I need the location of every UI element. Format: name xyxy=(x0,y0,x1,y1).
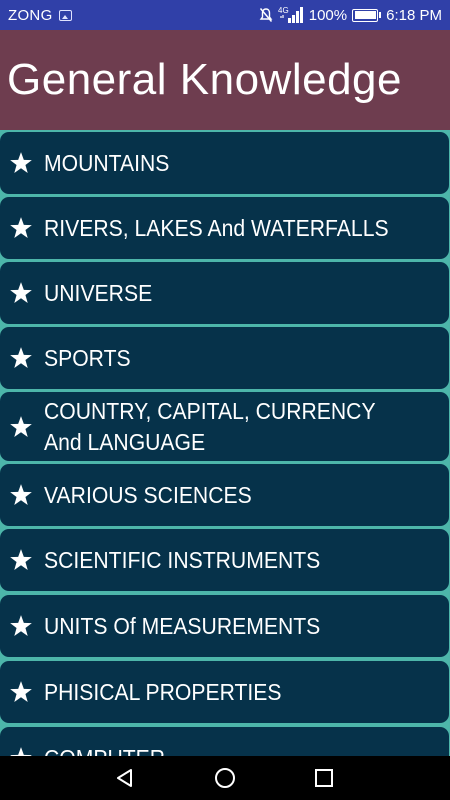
list-item-units[interactable]: UNITS Of MEASUREMENTS xyxy=(0,595,449,657)
list-item-sports[interactable]: SPORTS xyxy=(0,327,449,389)
list-item-label: UNIVERSE xyxy=(44,279,153,306)
signal-icon: 4G xyxy=(278,6,303,23)
star-icon xyxy=(6,480,36,510)
star-icon xyxy=(6,148,36,178)
image-icon xyxy=(58,9,72,21)
status-left: ZONG xyxy=(0,7,72,24)
list-item-label: COMPUTER xyxy=(44,743,417,757)
star-icon xyxy=(6,545,36,575)
status-bar: ZONG 4G 100% 6:18 PM xyxy=(0,0,450,30)
star-icon xyxy=(6,743,36,756)
star-icon xyxy=(6,611,36,641)
list-item-scientific-instruments[interactable]: SCIENTIFIC INSTRUMENTS xyxy=(0,529,449,591)
status-right: 4G 100% 6:18 PM xyxy=(259,6,450,24)
list-item-label: COUNTRY, CAPITAL, CURRENCY And LANGUAGE xyxy=(44,397,376,455)
list-item-country-capital[interactable]: COUNTRY, CAPITAL, CURRENCY And LANGUAGE xyxy=(0,392,449,461)
mute-icon xyxy=(259,8,273,22)
home-icon[interactable] xyxy=(195,756,255,800)
network-type: 4G xyxy=(278,6,289,15)
list-item-phisical-properties[interactable]: PHISICAL PROPERTIES xyxy=(0,661,449,723)
carrier-name: ZONG xyxy=(8,6,53,24)
list-item-label: VARIOUS SCIENCES xyxy=(44,481,252,508)
list-item-various-sciences[interactable]: VARIOUS SCIENCES xyxy=(0,464,449,526)
list-item-computer[interactable]: COMPUTER xyxy=(0,727,449,756)
list-item-label: MOUNTAINS xyxy=(44,149,170,176)
list-item-rivers[interactable]: RIVERS, LAKES And WATERFALLS xyxy=(0,197,449,259)
list-item-label: RIVERS, LAKES And WATERFALLS xyxy=(44,214,389,241)
list-item-label: SPORTS xyxy=(44,344,131,371)
star-icon xyxy=(6,278,36,308)
star-icon xyxy=(6,213,36,243)
star-icon xyxy=(6,412,36,442)
list-item-label: PHISICAL PROPERTIES xyxy=(44,678,282,705)
list-item-mountains[interactable]: MOUNTAINS xyxy=(0,132,449,194)
star-icon xyxy=(6,343,36,373)
screen: ZONG 4G 100% 6:18 PM General Knowledge M… xyxy=(0,0,450,800)
app-header: General Knowledge xyxy=(0,30,450,130)
battery-percent: 100% xyxy=(308,6,348,24)
page-title: General Knowledge xyxy=(7,55,402,104)
recents-icon[interactable] xyxy=(294,756,354,800)
category-list[interactable]: MOUNTAINS RIVERS, LAKES And WATERFALLS U… xyxy=(0,130,450,756)
list-item-universe[interactable]: UNIVERSE xyxy=(0,262,449,324)
star-icon xyxy=(6,677,36,707)
list-item-label: UNITS Of MEASUREMENTS xyxy=(44,612,321,639)
nav-bar xyxy=(0,756,450,800)
battery-icon xyxy=(352,8,382,22)
clock: 6:18 PM xyxy=(386,6,442,24)
back-icon[interactable] xyxy=(95,756,155,800)
list-item-label: SCIENTIFIC INSTRUMENTS xyxy=(44,546,321,573)
